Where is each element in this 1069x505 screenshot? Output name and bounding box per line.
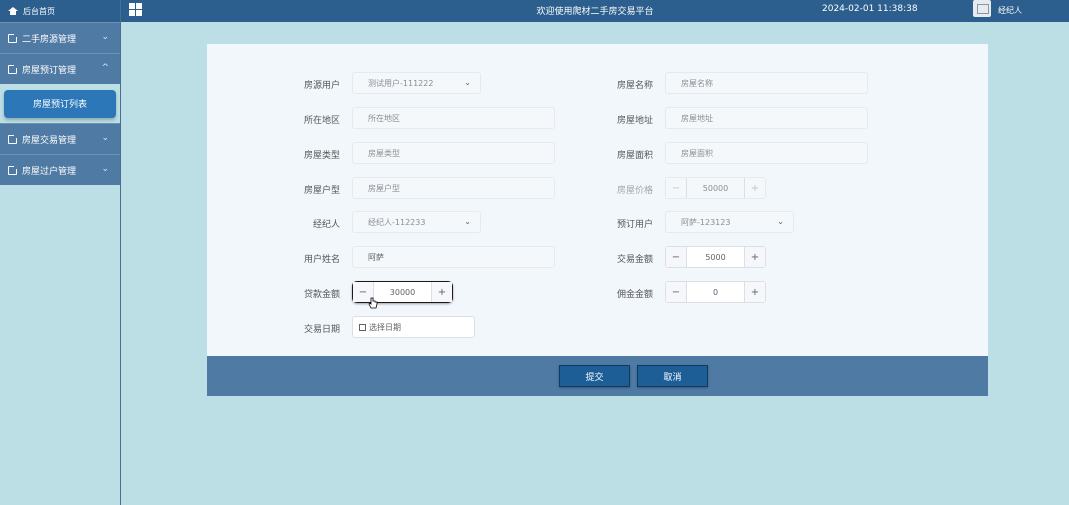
user-name[interactable]: 经纪人 — [998, 5, 1022, 16]
booking-user-select[interactable]: 阿萨-123123 ⌄ — [665, 211, 794, 233]
sidebar-item-label: 房屋预订管理 — [22, 65, 77, 76]
label-booking-user: 预订用户 — [616, 220, 653, 230]
house-price-stepper: − 50000 + — [665, 177, 766, 199]
top-bar: 欢迎使用爬材二手房交易平台 2024-02-01 11:38:38 经纪人 — [121, 0, 1069, 22]
layout-input[interactable]: 房屋户型 — [352, 177, 555, 199]
sidebar-home[interactable]: 后台首页 — [0, 0, 120, 22]
page-title: 欢迎使用爬材二手房交易平台 — [536, 7, 654, 17]
cancel-button[interactable]: 取消 — [637, 365, 708, 387]
label-agent: 经纪人 — [312, 220, 340, 230]
increment-button[interactable]: + — [744, 247, 765, 267]
label-trade-amount: 交易金额 — [616, 255, 653, 265]
chevron-up-icon: ^ — [101, 63, 109, 73]
house-area-input[interactable]: 房屋面积 — [665, 142, 868, 164]
chevron-down-icon: ⌄ — [101, 32, 109, 42]
datetime: 2024-02-01 11:38:38 — [822, 4, 918, 14]
form-footer: 提交 取消 — [207, 356, 988, 396]
decrement-button: − — [666, 178, 687, 198]
agent-value: 经纪人-112233 — [368, 217, 426, 227]
increment-button[interactable]: + — [744, 282, 765, 302]
trade-amount-stepper[interactable]: − 5000 + — [665, 246, 766, 268]
sidebar-item-label: 二手房源管理 — [22, 34, 77, 45]
house-address-input[interactable]: 房屋地址 — [665, 107, 868, 129]
document-icon — [8, 63, 18, 74]
avatar[interactable] — [973, 0, 991, 17]
listing-user-select[interactable]: 测试用户-111222 ⌄ — [352, 72, 481, 94]
loan-amount-value[interactable]: 30000 — [374, 282, 431, 302]
trade-date-placeholder: 选择日期 — [369, 322, 401, 332]
sidebar-item-transaction-management[interactable]: 房屋交易管理 ⌄ — [0, 123, 120, 154]
listing-user-value: 测试用户-111222 — [368, 78, 434, 88]
chevron-down-icon: ⌄ — [777, 217, 784, 226]
sidebar: 后台首页 二手房源管理 ⌄ 房屋预订管理 ^ 房屋预订列表 房屋交易管理 ⌄ 房… — [0, 0, 121, 505]
hand-cursor-icon — [368, 297, 378, 309]
chevron-down-icon: ⌄ — [464, 217, 471, 226]
calendar-icon — [359, 323, 366, 331]
label-house-address: 房屋地址 — [616, 116, 653, 126]
label-house-type: 房屋类型 — [303, 151, 340, 161]
booking-user-value: 阿萨-123123 — [681, 217, 731, 227]
region-input[interactable]: 所在地区 — [352, 107, 555, 129]
sidebar-item-listing-management[interactable]: 二手房源管理 ⌄ — [0, 22, 120, 53]
decrement-button[interactable]: − — [666, 247, 687, 267]
chevron-down-icon: ⌄ — [464, 78, 471, 87]
label-house-price: 房屋价格 — [616, 186, 653, 196]
sidebar-item-booking-management[interactable]: 房屋预订管理 ^ — [0, 53, 120, 84]
increment-button[interactable]: + — [431, 282, 452, 302]
label-region: 所在地区 — [303, 116, 340, 126]
label-house-name: 房屋名称 — [616, 81, 653, 91]
house-price-value: 50000 — [702, 183, 729, 193]
label-commission: 佣金金额 — [616, 290, 653, 300]
document-icon — [8, 133, 18, 144]
label-loan-amount: 贷款金额 — [303, 290, 340, 300]
sidebar-item-label: 房屋交易管理 — [22, 135, 77, 146]
chevron-down-icon: ⌄ — [101, 133, 109, 143]
sidebar-home-label: 后台首页 — [23, 6, 55, 16]
form-panel: 房源用户 测试用户-111222 ⌄ 所在地区 所在地区 房屋类型 房屋类型 房… — [207, 44, 988, 356]
decrement-button[interactable]: − — [666, 282, 687, 302]
user-name-input[interactable]: 阿萨 — [352, 246, 555, 268]
sidebar-subitem-booking-list[interactable]: 房屋预订列表 — [4, 89, 116, 118]
chevron-down-icon: ⌄ — [101, 164, 109, 174]
commission-stepper[interactable]: − 0 + — [665, 281, 766, 303]
submit-button[interactable]: 提交 — [559, 365, 630, 387]
agent-select[interactable]: 经纪人-112233 ⌄ — [352, 211, 481, 233]
trade-date-picker[interactable]: 选择日期 — [352, 316, 475, 338]
document-icon — [8, 164, 18, 175]
commission-value[interactable]: 0 — [687, 282, 744, 302]
document-icon — [8, 32, 18, 43]
label-trade-date: 交易日期 — [303, 325, 340, 335]
home-icon — [8, 7, 18, 15]
trade-amount-value[interactable]: 5000 — [687, 247, 744, 267]
sidebar-item-transfer-management[interactable]: 房屋过户管理 ⌄ — [0, 154, 120, 185]
sidebar-sub-container: 房屋预订列表 — [0, 84, 120, 123]
label-listing-user: 房源用户 — [303, 81, 340, 91]
sidebar-item-label: 房屋过户管理 — [22, 166, 77, 177]
label-house-area: 房屋面积 — [616, 151, 653, 161]
increment-button: + — [744, 178, 765, 198]
label-layout: 房屋户型 — [303, 186, 340, 196]
house-name-input[interactable]: 房屋名称 — [665, 72, 868, 94]
label-user-name: 用户姓名 — [303, 255, 340, 265]
house-type-input[interactable]: 房屋类型 — [352, 142, 555, 164]
